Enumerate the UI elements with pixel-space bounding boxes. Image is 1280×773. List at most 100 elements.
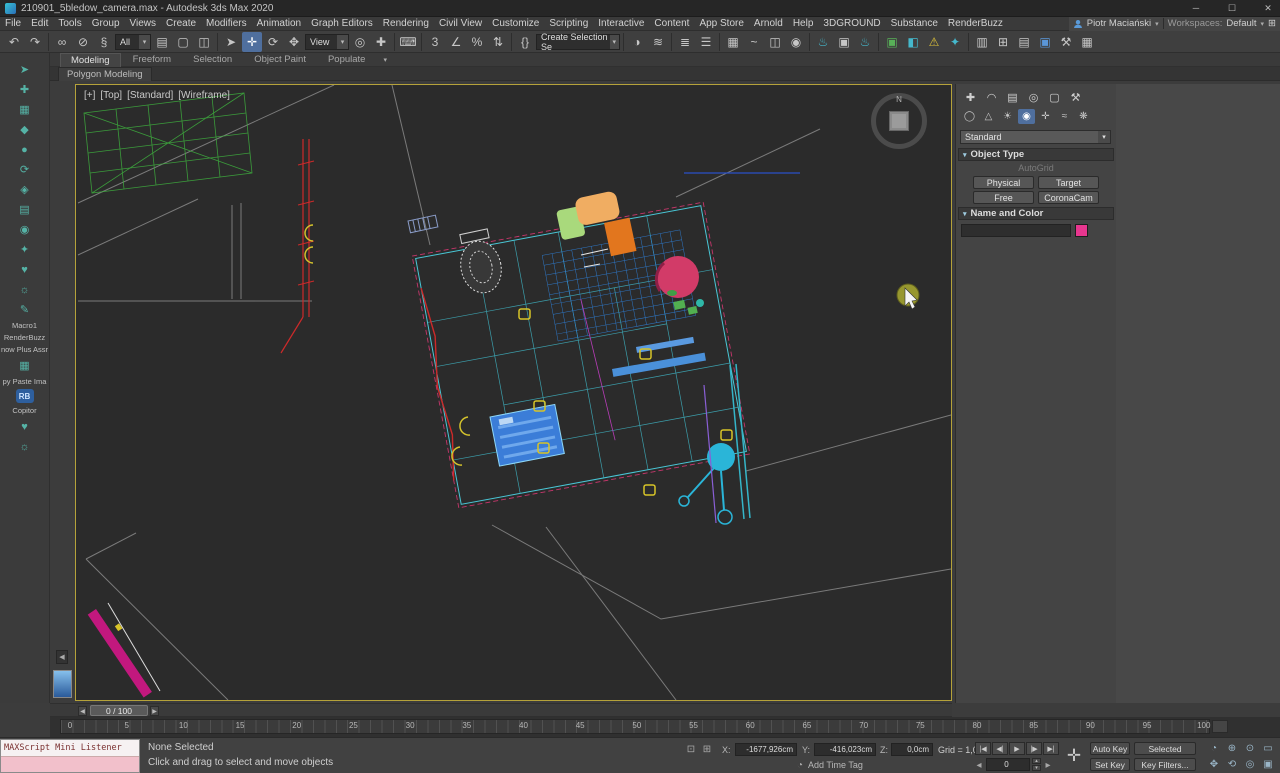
autogrid-checkbox[interactable]: AutoGrid [956, 163, 1116, 173]
go-to-start-button[interactable]: |◀ [975, 742, 991, 755]
snap-toggle-3d-icon[interactable]: 3 [425, 32, 445, 52]
subtab-polygon-modeling[interactable]: Polygon Modeling [58, 67, 152, 81]
dropdown-arrow-icon[interactable]: ▾ [139, 35, 150, 49]
timeline-ruler[interactable]: 0 5 10 15 20 25 30 35 40 45 50 55 60 65 … [50, 717, 1280, 737]
frame-spinner-down[interactable]: ▾ [1032, 765, 1041, 771]
yellow-electrical-boxes[interactable] [519, 309, 732, 495]
frame-step-left-icon[interactable]: ◂ [974, 758, 984, 772]
bind-to-spacewarp-icon[interactable]: § [94, 32, 114, 52]
rail-heart2-icon[interactable]: ♥ [14, 418, 36, 435]
rail-list-icon[interactable]: ▤ [14, 201, 36, 218]
rail-label-macro1[interactable]: Macro1 [1, 321, 49, 330]
menu-content[interactable]: Content [649, 17, 694, 31]
play-button[interactable]: ▶ [1009, 742, 1025, 755]
green-wireframe-object[interactable] [84, 93, 252, 193]
minimize-button[interactable]: ─ [1186, 1, 1206, 16]
align-icon[interactable]: ≋ [648, 32, 668, 52]
auto-key-button[interactable]: Auto Key [1090, 742, 1130, 755]
radiator-object[interactable] [408, 215, 438, 233]
blue-bench-long[interactable] [612, 353, 706, 377]
material-editor-icon[interactable]: ◉ [786, 32, 806, 52]
orange-cabinet[interactable] [604, 218, 637, 257]
menu-civil-view[interactable]: Civil View [434, 17, 487, 31]
hierarchy-tab-icon[interactable]: ▤ [1003, 89, 1022, 105]
dropdown-arrow-icon[interactable]: ▾ [337, 35, 348, 49]
curve-editor-icon[interactable]: ~ [744, 32, 764, 52]
select-and-move-icon[interactable]: ✛ [242, 32, 262, 52]
menu-modifiers[interactable]: Modifiers [201, 17, 252, 31]
rail-label-copitor[interactable]: Copitor [1, 406, 49, 415]
time-slider[interactable]: 0 / 100 [90, 705, 148, 716]
create-tab-icon[interactable]: ✚ [961, 89, 980, 105]
next-frame-button[interactable]: |▶ [1026, 742, 1042, 755]
menu-graph-editors[interactable]: Graph Editors [306, 17, 378, 31]
close-button[interactable]: ✕ [1258, 1, 1278, 16]
frame-step-right-icon[interactable]: ▸ [1043, 758, 1053, 772]
absolute-offset-mode-icon[interactable]: ⊞ [700, 742, 714, 756]
schematic-view-icon[interactable]: ◫ [765, 32, 785, 52]
viewport-menu-renderer[interactable]: [Standard] [127, 90, 173, 101]
maxscript-listener-text[interactable]: MAXScript Mini Listener [1, 740, 139, 757]
zoom-extents-icon[interactable]: ◎ [1242, 757, 1258, 771]
ribbon-tab-populate[interactable]: Populate [318, 53, 376, 66]
menu-customize[interactable]: Customize [487, 17, 544, 31]
rail-sun-icon[interactable]: ☼ [14, 281, 36, 298]
signed-in-user[interactable]: Piotr Maciański [1087, 18, 1151, 29]
lights-category-icon[interactable]: ☀ [999, 109, 1016, 124]
zoom-region-icon[interactable]: ▭ [1260, 741, 1276, 755]
menu-rendering[interactable]: Rendering [378, 17, 434, 31]
ribbon-tab-modeling[interactable]: Modeling [60, 53, 121, 67]
object-color-swatch[interactable] [1075, 224, 1088, 237]
yellow-door-swings-lower[interactable] [452, 417, 470, 465]
wrench-tool-icon[interactable]: ⚒ [1056, 32, 1076, 52]
menu-scripting[interactable]: Scripting [544, 17, 593, 31]
camera-type-dropdown[interactable]: Standard ▾ [960, 130, 1111, 144]
coronacam-button[interactable]: CoronaCam [1038, 191, 1099, 204]
scene-explorer-icon[interactable]: ☰ [696, 32, 716, 52]
x-coordinate-field[interactable]: -1677,926cm [735, 743, 797, 756]
timeline-end-button[interactable] [1212, 720, 1228, 733]
nav-clock-icon[interactable]: ◔ [1206, 741, 1222, 755]
viewcube-top-face[interactable] [889, 111, 909, 131]
rectangular-selection-region-icon[interactable]: ▢ [173, 32, 193, 52]
menu-app-store[interactable]: App Store [694, 17, 748, 31]
time-configuration-icon[interactable]: ✛ [1062, 744, 1086, 768]
missing-plugins-warning-icon[interactable]: ⚠ [924, 32, 944, 52]
trackbar-right-arrow[interactable]: ▶ [150, 706, 159, 716]
trackbar-collapse-arrow[interactable]: ◀ [56, 650, 68, 664]
menu-substance[interactable]: Substance [886, 17, 943, 31]
railclone-icon[interactable]: ▣ [1035, 32, 1055, 52]
zoom-icon[interactable]: ⊕ [1224, 741, 1240, 755]
angle-snap-icon[interactable]: ∠ [446, 32, 466, 52]
maxscript-mini-listener[interactable]: MAXScript Mini Listener [0, 739, 140, 773]
physical-camera-button[interactable]: Physical [973, 176, 1034, 189]
render-production-icon[interactable]: ♨ [855, 32, 875, 52]
orbit-icon[interactable]: ⟲ [1224, 757, 1240, 771]
viewport-layout-tab[interactable] [53, 670, 72, 698]
rail-bulb-icon[interactable]: ☼ [14, 438, 36, 455]
grid-tools-icon[interactable]: ⊞ [993, 32, 1013, 52]
menu-file[interactable]: File [0, 17, 26, 31]
select-and-manipulate-icon[interactable]: ✚ [371, 32, 391, 52]
dropdown-arrow-icon[interactable]: ▾ [1098, 131, 1110, 143]
unlink-selection-icon[interactable]: ⊘ [73, 32, 93, 52]
rail-label-copy-paste[interactable]: py Paste Ima [1, 377, 49, 386]
maximize-button[interactable]: ☐ [1222, 1, 1242, 16]
free-camera-button[interactable]: Free [973, 191, 1034, 204]
menu-3dground[interactable]: 3DGROUND [818, 17, 885, 31]
named-selection-set-dropdown[interactable]: Create Selection Se ▾ [536, 34, 620, 50]
blue-bed[interactable] [490, 404, 564, 466]
viewport-canvas[interactable] [76, 85, 951, 700]
helpers-category-icon[interactable]: ✛ [1037, 109, 1054, 124]
utilities-tab-icon[interactable]: ⚒ [1066, 89, 1085, 105]
rail-grid-icon[interactable]: ▦ [14, 101, 36, 118]
undo-icon[interactable]: ↶ [4, 32, 24, 52]
pan-icon[interactable]: ✥ [1206, 757, 1222, 771]
viewport-menu-shading[interactable]: [Wireframe] [178, 90, 230, 101]
select-and-scale-icon[interactable]: ✥ [284, 32, 304, 52]
key-mode-dropdown[interactable]: Selected [1134, 742, 1196, 755]
mirror-icon[interactable]: ◑ [627, 32, 647, 52]
object-name-field[interactable] [961, 224, 1071, 237]
maxscript-listener-input[interactable] [1, 757, 139, 772]
crimson-table[interactable] [656, 256, 699, 298]
